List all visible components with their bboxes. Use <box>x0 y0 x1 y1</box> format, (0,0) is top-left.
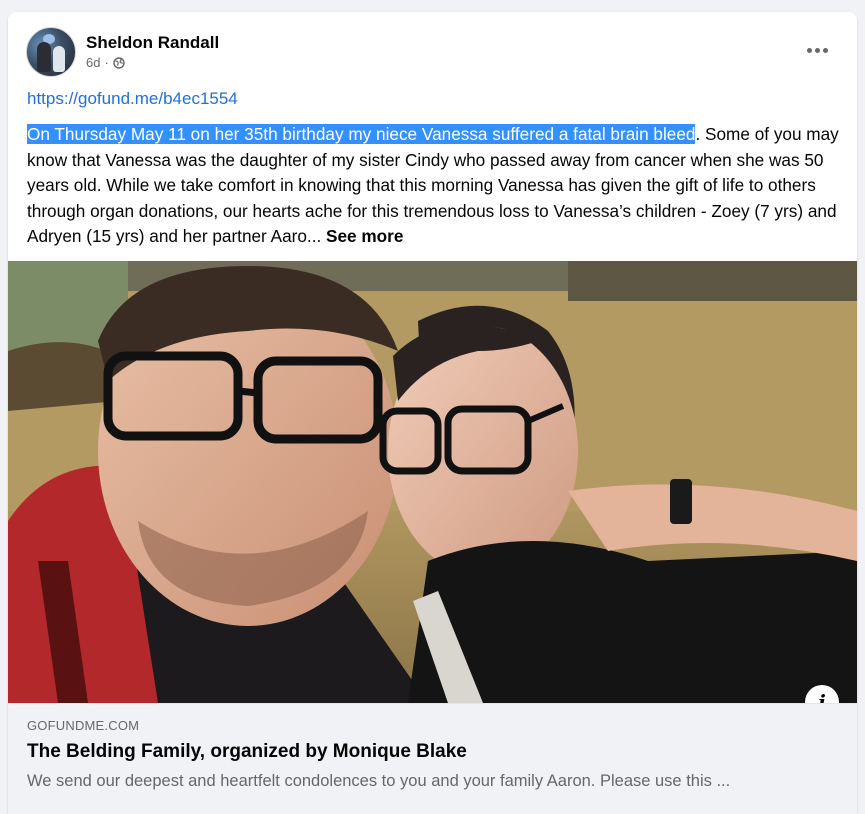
author-name[interactable]: Sheldon Randall <box>86 32 219 54</box>
post-photo[interactable]: i <box>8 261 857 703</box>
post-header: Sheldon Randall 6d · <box>26 26 219 78</box>
preview-domain: GOFUNDME.COM <box>27 718 140 733</box>
author-block: Sheldon Randall 6d · <box>86 32 219 72</box>
post-meta: 6d · <box>86 54 219 72</box>
gofundme-link[interactable]: https://gofund.me/b4ec1554 <box>27 89 238 109</box>
preview-description: We send our deepest and heartfelt condol… <box>27 772 731 790</box>
globe-icon[interactable] <box>113 57 125 69</box>
post-card: Sheldon Randall 6d · https://gofund.me/b… <box>8 12 857 814</box>
meta-separator: · <box>104 55 109 70</box>
more-options-icon[interactable] <box>799 36 835 64</box>
preview-title[interactable]: The Belding Family, organized by Monique… <box>27 741 467 763</box>
avatar[interactable] <box>26 27 76 77</box>
link-preview[interactable]: GOFUNDME.COM The Belding Family, organiz… <box>8 703 857 814</box>
avatar-detail <box>37 42 51 72</box>
avatar-detail <box>53 46 65 72</box>
selected-text: On Thursday May 11 on her 35th birthday … <box>27 124 696 144</box>
post-body: On Thursday May 11 on her 35th birthday … <box>27 122 842 250</box>
post-time[interactable]: 6d <box>86 54 100 72</box>
see-more-button[interactable]: See more <box>326 226 403 246</box>
photo-illustration <box>8 261 857 703</box>
